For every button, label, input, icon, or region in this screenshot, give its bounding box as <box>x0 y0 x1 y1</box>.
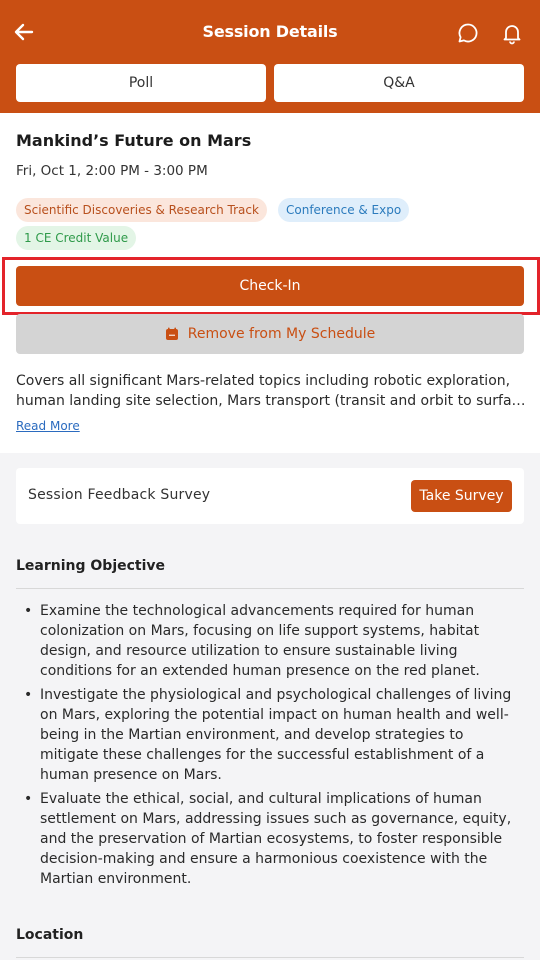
calendar-icon <box>165 327 178 340</box>
list-item-text: Examine the technological advancements r… <box>40 603 480 679</box>
location-heading: Location <box>16 927 84 943</box>
section-divider <box>16 957 524 958</box>
survey-label: Session Feedback Survey <box>28 487 211 503</box>
track-tag: Scientific Discoveries & Research Track <box>16 198 267 222</box>
session-title: Mankind’s Future on Mars <box>16 131 252 150</box>
section-divider <box>16 588 524 589</box>
learning-objective-list: • Examine the technological advancements… <box>16 601 526 893</box>
bullet: • <box>24 603 33 619</box>
session-time: Fri, Oct 1, 2:00 PM - 3:00 PM <box>16 163 208 179</box>
learning-objective-heading: Learning Objective <box>16 558 166 574</box>
survey-card: Session Feedback Survey Take Survey <box>16 468 524 524</box>
app-header: Session Details Poll Q&A <box>0 0 540 113</box>
list-item-text: Investigate the physiological and psycho… <box>40 687 512 783</box>
read-more-link[interactable]: Read More <box>16 419 80 433</box>
poll-button[interactable]: Poll <box>16 64 266 102</box>
bullet: • <box>24 687 33 703</box>
list-item: • Examine the technological advancements… <box>16 601 526 681</box>
remove-from-schedule-button[interactable]: Remove from My Schedule <box>16 314 524 354</box>
chat-bubble-icon[interactable] <box>456 21 480 45</box>
event-tag: Conference & Expo <box>278 198 410 222</box>
description-line: Covers all significant Mars-related topi… <box>16 373 511 389</box>
bell-icon[interactable] <box>500 21 524 45</box>
take-survey-button[interactable]: Take Survey <box>411 480 512 512</box>
list-item: • Investigate the physiological and psyc… <box>16 685 526 785</box>
remove-label: Remove from My Schedule <box>187 326 376 342</box>
qa-button[interactable]: Q&A <box>274 64 524 102</box>
list-item: • Evaluate the ethical, social, and cult… <box>16 789 526 889</box>
highlight-box <box>2 257 540 315</box>
list-item-text: Evaluate the ethical, social, and cultur… <box>40 791 512 887</box>
ce-credit-tag: 1 CE Credit Value <box>16 226 137 250</box>
session-description: Covers all significant Mars-related topi… <box>16 371 526 411</box>
bullet: • <box>24 791 33 807</box>
description-line: human landing site selection, Mars trans… <box>16 393 526 409</box>
